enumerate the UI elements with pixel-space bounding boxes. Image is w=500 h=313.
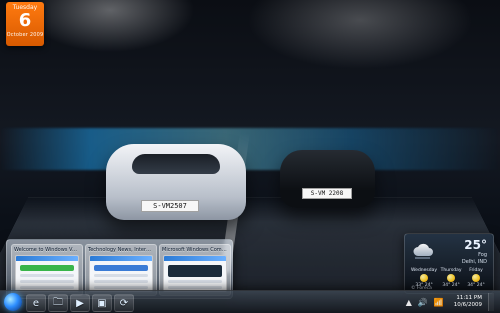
weather-condition: Fog [478,252,487,258]
weather-temperature: 25° [464,238,487,252]
tray-up-arrow-icon[interactable]: ▲ [406,298,412,307]
calendar-month-year: October 2009 [6,32,44,38]
thumbnail-3-preview [163,255,227,292]
black-car-license-plate: S-VM 2208 [302,188,352,199]
black-car: S-VM 2208 [280,150,375,208]
taskbar-button-ie[interactable]: e [26,294,46,312]
calendar-date: 6 [18,10,32,31]
white-car-windshield [132,154,220,174]
thumbnail-1-title: Welcome to Windows Valley |... [14,247,80,253]
taskbar-button-app[interactable]: ▣ [92,294,112,312]
clock[interactable]: 11:11 PM 10/6/2009 [450,295,482,309]
thumbnail-3[interactable]: Microsoft Windows Commun... [159,244,231,296]
folder-icon: 🗀 [53,296,63,308]
white-car: S-VM2507 [106,144,246,220]
system-tray: ▲ 🔊 📶 11:11 PM 10/6/2009 [406,292,494,312]
sun-icon [420,274,429,282]
cloud-icon [413,243,433,259]
forecast-day-3-temps: 34° 24° [467,283,485,288]
weather-forecast: Wednesday 33° 24° Thursday 34° 24° Frida… [411,268,487,288]
forecast-day-2-name: Thursday [440,268,462,273]
forecast-day-1-name: Wednesday [411,268,438,273]
show-desktop-button[interactable] [488,293,494,311]
tray-volume-icon[interactable]: 🔊 [418,298,428,307]
forecast-day-3-name: Friday [469,268,483,273]
thumbnail-1[interactable]: Welcome to Windows Valley |... [11,244,83,296]
tray-network-icon[interactable]: 📶 [434,298,444,307]
taskbar-button-network[interactable]: ⟳ [114,294,134,312]
sun-icon [472,274,481,282]
taskbar-button-folder[interactable]: 🗀 [48,294,68,312]
taskbar-button-media[interactable]: ▶ [70,294,90,312]
ie-icon: e [32,297,40,309]
forecast-day-3: Friday 34° 24° [465,268,487,288]
start-button[interactable] [4,293,22,311]
thumbnail-2-title: Technology News, Internet, Tip... [88,247,154,253]
calendar-day: Tuesday [12,4,38,11]
media-player-icon: ▶ [76,297,84,309]
calendar-gadget[interactable]: Tuesday 6 October 2009 [6,2,44,46]
thumbnail-1-preview [15,255,79,292]
taskbar: e 🗀 ▶ ▣ ⟳ ▲ 🔊 📶 11:11 PM 10/6/2009 [0,290,500,313]
network-icon: ⟳ [119,297,129,309]
thumbnail-3-title: Microsoft Windows Commun... [162,247,228,253]
sun-icon [447,274,456,282]
thumbnail-2[interactable]: Technology News, Internet, Tip... [85,244,157,296]
forecast-day-2-temps: 34° 24° [442,283,460,288]
weather-gadget[interactable]: 25° Fog Delhi, IND Wednesday 33° 24° Thu… [404,233,494,294]
forecast-day-1: Wednesday 33° 24° [411,268,438,288]
white-car-license-plate: S-VM2507 [141,200,199,212]
forecast-day-2: Thursday 34° 24° [440,268,462,288]
clock-date: 10/6/2009 [453,302,482,308]
wallpaper-light-streak [0,128,500,170]
weather-location: Delhi, IND [461,259,487,265]
thumbnail-2-preview [89,255,153,292]
clock-time: 11:11 PM [456,295,482,301]
app-icon: ▣ [97,297,107,309]
